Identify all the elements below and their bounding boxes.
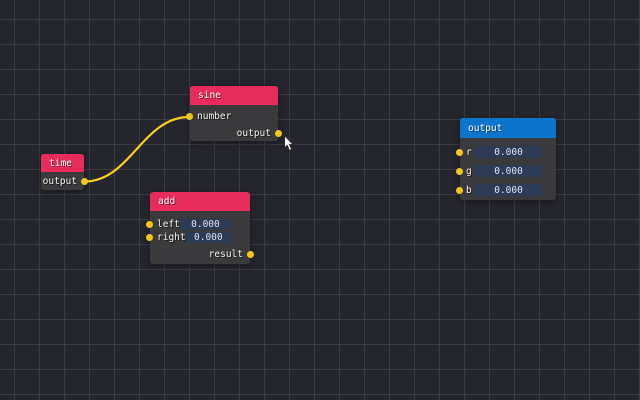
node-output-header[interactable]: output — [460, 118, 556, 138]
node-add-left-label: left — [157, 219, 180, 230]
node-time[interactable]: time output — [41, 154, 84, 190]
output-r-value-field[interactable]: 0.000 — [475, 146, 542, 158]
node-output-g-label: g — [466, 166, 472, 177]
node-add-header[interactable]: add — [150, 192, 250, 211]
node-output-r-row: r 0.000 — [460, 146, 556, 158]
node-time-output-label: output — [43, 176, 77, 187]
wire-layer — [0, 0, 640, 400]
node-sine[interactable]: sine number output — [190, 86, 278, 141]
node-output[interactable]: output r 0.000 g 0.000 b 0.000 — [460, 118, 556, 200]
add-left-value-field[interactable]: 0.000 — [180, 219, 231, 230]
add-right-value-field[interactable]: 0.000 — [186, 232, 231, 243]
output-g-value-field[interactable]: 0.000 — [475, 165, 542, 177]
node-sine-header[interactable]: sine — [190, 86, 278, 105]
node-add-left-row: left 0.000 — [150, 218, 250, 231]
node-output-b-label: b — [466, 185, 472, 196]
node-time-output-row: output — [41, 172, 84, 190]
node-add-result-row: result — [150, 248, 250, 261]
node-time-title: time — [49, 158, 72, 169]
port-add-result[interactable] — [247, 251, 254, 258]
node-output-r-label: r — [466, 147, 472, 158]
output-b-value-field[interactable]: 0.000 — [475, 184, 542, 196]
node-output-title: output — [468, 123, 502, 134]
node-editor-canvas[interactable]: time output sine number output add — [0, 0, 640, 400]
port-output-b[interactable] — [456, 187, 463, 194]
port-time-output[interactable] — [81, 178, 88, 185]
port-output-r[interactable] — [456, 149, 463, 156]
node-add[interactable]: add left 0.000 right 0.000 result — [150, 192, 250, 264]
port-sine-number[interactable] — [186, 113, 193, 120]
node-add-title: add — [158, 196, 175, 207]
node-output-g-row: g 0.000 — [460, 165, 556, 177]
port-output-g[interactable] — [456, 168, 463, 175]
node-sine-output-row: output — [190, 125, 278, 141]
node-add-right-label: right — [157, 232, 186, 243]
wire-time-output-to-sine-number[interactable] — [85, 117, 190, 182]
node-sine-title: sine — [198, 90, 221, 101]
node-sine-number-label: number — [197, 111, 231, 122]
port-add-left[interactable] — [146, 221, 153, 228]
node-time-header[interactable]: time — [41, 154, 84, 172]
node-sine-number-row: number — [190, 107, 278, 125]
node-sine-output-label: output — [237, 128, 271, 139]
node-add-result-label: result — [209, 249, 243, 260]
node-output-b-row: b 0.000 — [460, 184, 556, 196]
node-add-right-row: right 0.000 — [150, 231, 250, 244]
mouse-cursor — [284, 135, 296, 153]
port-sine-output[interactable] — [275, 130, 282, 137]
port-add-right[interactable] — [146, 234, 153, 241]
